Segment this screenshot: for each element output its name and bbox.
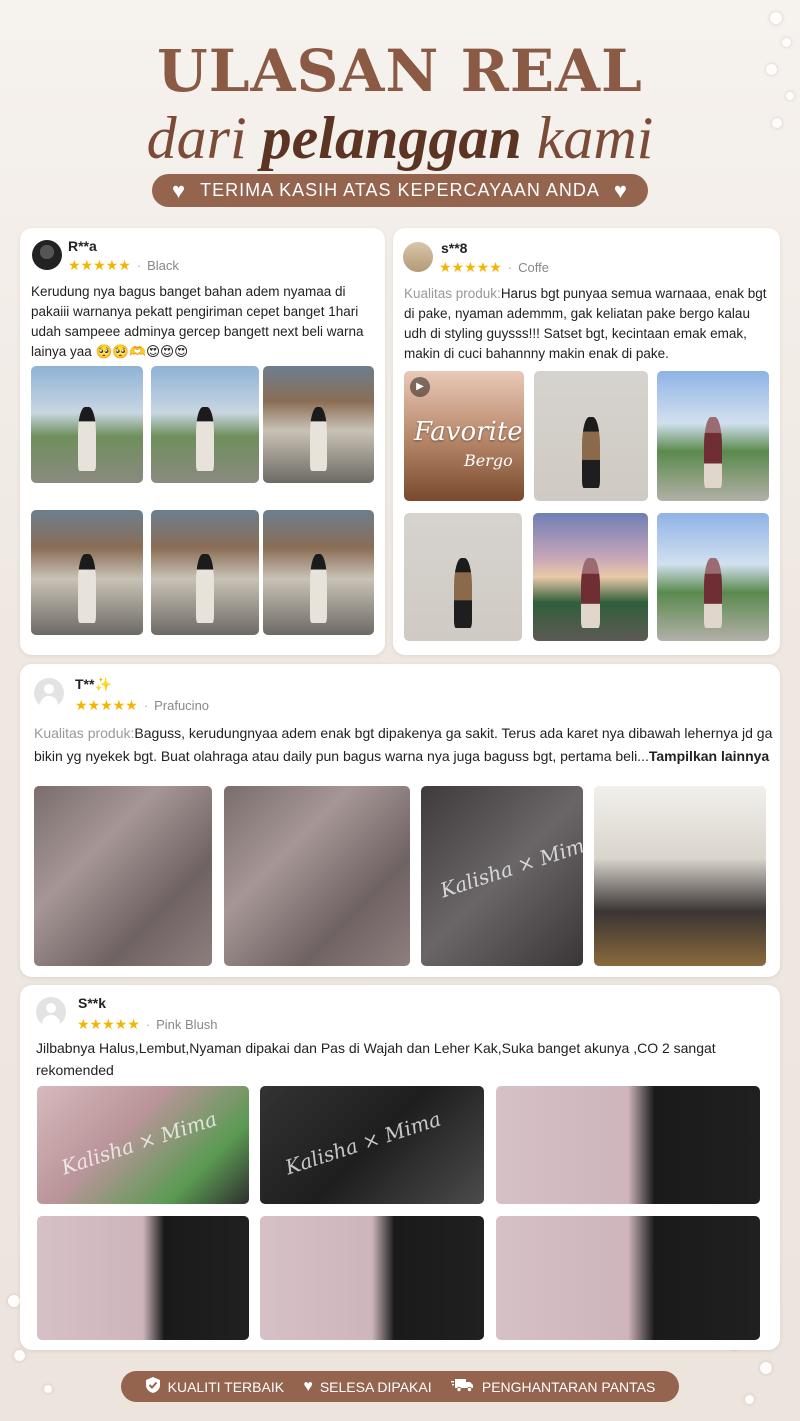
review-body: Jilbabnya Halus,Lembut,Nyaman dipakai da… xyxy=(36,1040,716,1078)
reviewer-name: R**a xyxy=(68,238,97,254)
review-photo[interactable] xyxy=(151,510,259,635)
avatar xyxy=(403,242,433,272)
review-text: Kualitas produk:Baguss, kerudungnyaa ade… xyxy=(34,722,774,768)
video-overlay-subtitle: Bergo xyxy=(464,451,513,470)
review-photo[interactable] xyxy=(657,371,769,501)
product-variant: Prafucino xyxy=(154,698,210,713)
review-photo[interactable]: Kalisha × Mima xyxy=(421,786,583,966)
review-photo[interactable] xyxy=(496,1216,760,1340)
review-meta: ★★★★★ · Coffe xyxy=(439,259,549,275)
quality-label: Kualitas produk: xyxy=(404,286,501,301)
star-rating-icon: ★★★★★ xyxy=(77,1016,140,1032)
feature-label: PENGHANTARAN PANTAS xyxy=(481,1378,656,1395)
star-rating-icon: ★★★★★ xyxy=(68,257,131,273)
heart-icon: ♥ xyxy=(613,177,628,203)
star-rating-icon: ★★★★★ xyxy=(75,697,138,713)
product-variant: Black xyxy=(147,258,179,273)
page-header: ULASAN REAL dari pelanggan kami xyxy=(0,38,800,172)
review-photo[interactable] xyxy=(263,510,374,635)
review-photo[interactable] xyxy=(263,366,374,483)
review-photo[interactable] xyxy=(594,786,766,966)
review-meta: ★★★★★ · Prafucino xyxy=(75,697,210,713)
review-photo[interactable] xyxy=(151,366,259,483)
review-photo[interactable]: Kalisha × Mima xyxy=(37,1086,249,1204)
feature-comfort: ♥ SELESA DIPAKAI xyxy=(303,1377,432,1395)
package-print: Kalisha × Mima xyxy=(58,1106,220,1180)
review-card-3: T**✨ ★★★★★ · Prafucino Kualitas produk:B… xyxy=(20,664,780,977)
review-text: Kerudung nya bagus banget bahan adem nya… xyxy=(31,282,376,362)
reviewer-name: s**8 xyxy=(441,240,468,256)
review-photo[interactable]: Kalisha × Mima xyxy=(260,1086,484,1204)
video-overlay-title: Favorite xyxy=(414,417,523,447)
thanks-text: TERIMA KASIH ATAS KEPERCAYAAN ANDA xyxy=(200,180,600,200)
product-variant: Coffe xyxy=(518,260,549,275)
review-photo[interactable] xyxy=(657,513,769,641)
avatar xyxy=(32,240,62,270)
review-photo[interactable] xyxy=(404,513,522,641)
avatar xyxy=(36,997,66,1027)
review-photo[interactable] xyxy=(34,786,212,966)
review-card-4: S**k ★★★★★ · Pink Blush Jilbabnya Halus,… xyxy=(20,985,780,1350)
reviewer-name: T**✨ xyxy=(75,676,112,692)
play-icon: ▶ xyxy=(410,377,430,397)
product-variant: Pink Blush xyxy=(156,1017,218,1032)
subtitle-word-3: kami xyxy=(536,105,654,171)
review-photo[interactable] xyxy=(31,366,143,483)
review-text: Kualitas produk:Harus bgt punyaa semua w… xyxy=(404,284,769,364)
subtitle-word-1: dari xyxy=(146,105,247,171)
review-card-2: s**8 ★★★★★ · Coffe Kualitas produk:Harus… xyxy=(393,228,780,655)
star-rating-icon: ★★★★★ xyxy=(439,259,502,275)
review-meta: ★★★★★ · Black xyxy=(68,257,179,273)
review-photo[interactable] xyxy=(534,371,648,501)
reviewer-name: S**k xyxy=(78,995,107,1011)
shield-check-icon xyxy=(145,1376,161,1398)
review-body: Kerudung nya bagus banget bahan adem nya… xyxy=(31,284,364,359)
avatar xyxy=(34,678,64,708)
package-print: Kalisha × Mima xyxy=(282,1106,445,1180)
review-text: Jilbabnya Halus,Lembut,Nyaman dipakai da… xyxy=(36,1037,766,1081)
heart-icon: ♥ xyxy=(172,177,187,203)
feature-label: SELESA DIPAKAI xyxy=(319,1378,432,1395)
subtitle-word-2: pelanggan xyxy=(261,105,522,171)
feature-delivery: PENGHANTARAN PANTAS xyxy=(450,1377,656,1397)
page-subtitle: dari pelanggan kami xyxy=(0,104,800,172)
thanks-banner: ♥ TERIMA KASIH ATAS KEPERCAYAAN ANDA ♥ xyxy=(152,174,648,207)
review-meta: ★★★★★ · Pink Blush xyxy=(77,1016,218,1032)
package-print: Kalisha × Mima xyxy=(437,829,583,903)
review-photo[interactable] xyxy=(496,1086,760,1204)
page-title: ULASAN REAL xyxy=(157,37,643,105)
quality-label: Kualitas produk: xyxy=(34,725,135,741)
feature-quality: KUALITI TERBAIK xyxy=(145,1376,284,1398)
review-photo[interactable] xyxy=(31,510,143,635)
review-video[interactable]: ▶ Favorite Bergo xyxy=(404,371,524,501)
review-card-1: R**a ★★★★★ · Black Kerudung nya bagus ba… xyxy=(20,228,385,655)
review-photo[interactable] xyxy=(37,1216,249,1340)
heart-icon: ♥ xyxy=(303,1377,313,1395)
review-photo[interactable] xyxy=(533,513,648,641)
truck-icon xyxy=(450,1377,475,1397)
feature-label: KUALITI TERBAIK xyxy=(167,1378,285,1395)
features-bar: KUALITI TERBAIK ♥ SELESA DIPAKAI PENGHAN… xyxy=(121,1371,679,1402)
show-more-link[interactable]: Tampilkan lainnya xyxy=(649,748,769,764)
review-photo[interactable] xyxy=(260,1216,484,1340)
review-photo[interactable] xyxy=(224,786,410,966)
